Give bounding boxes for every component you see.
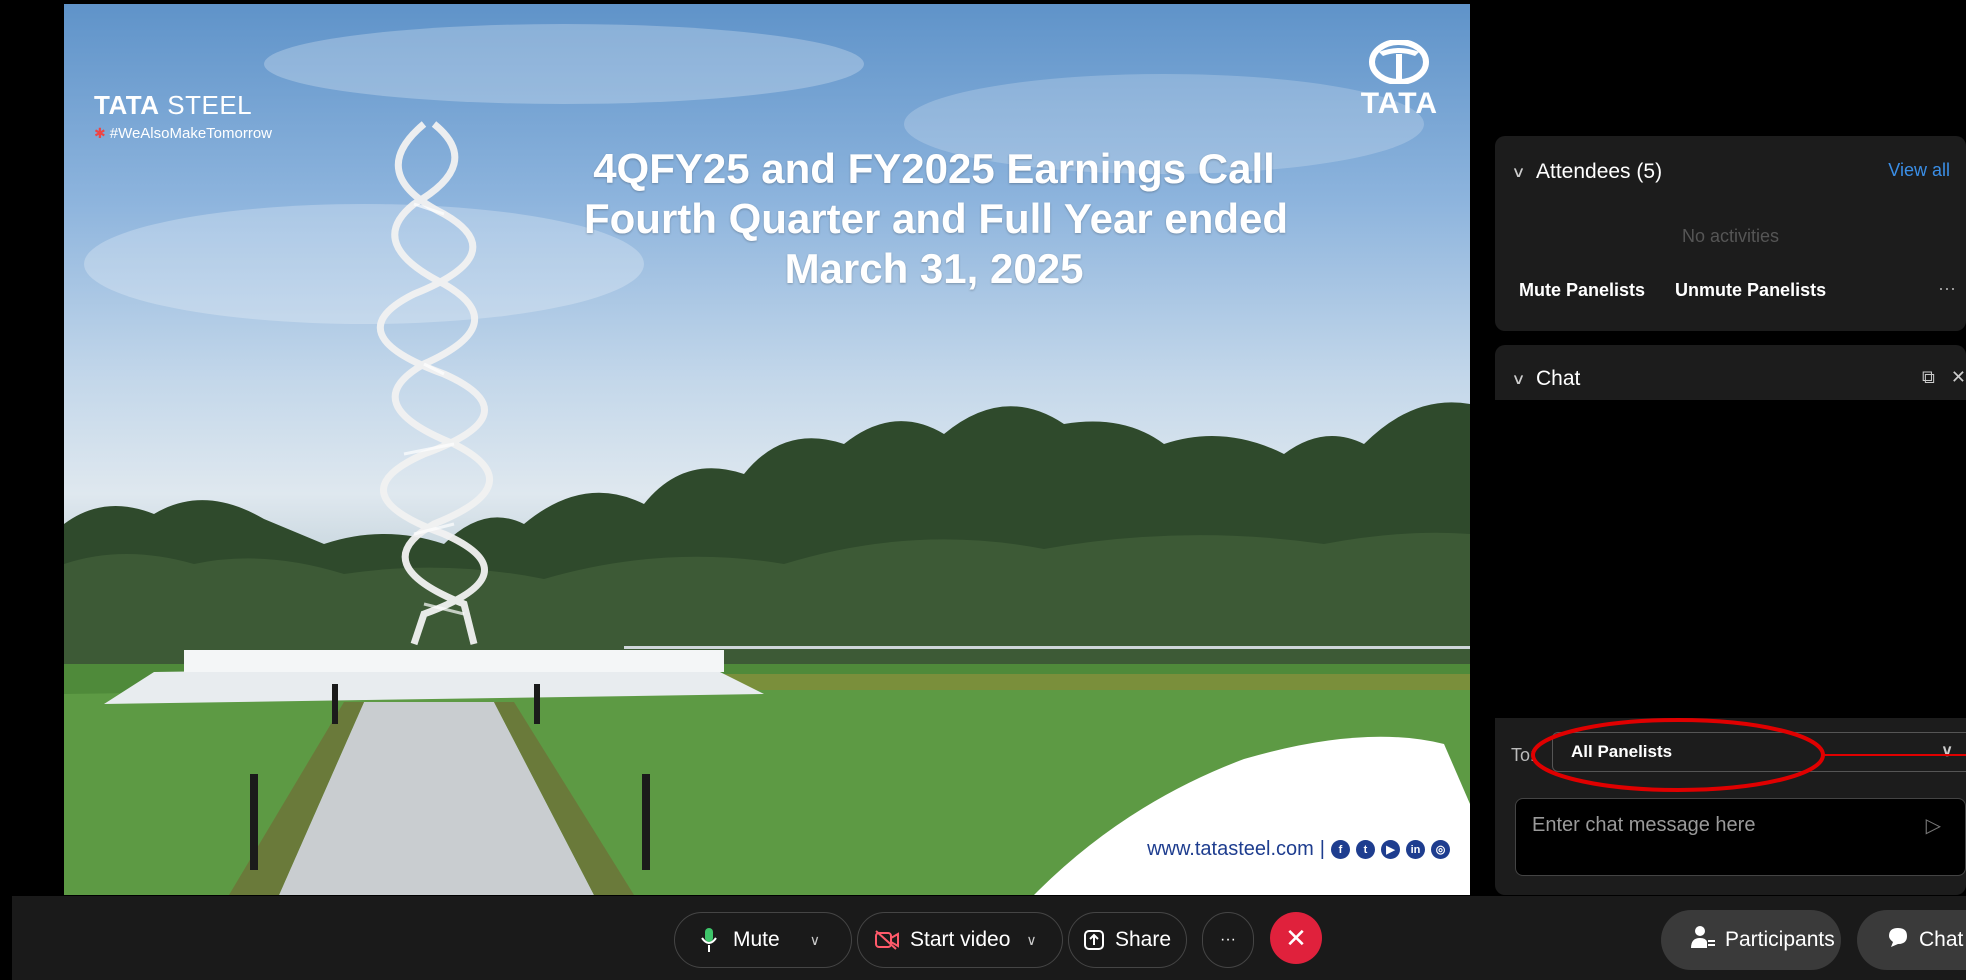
send-icon[interactable]: ▷ — [1926, 813, 1941, 838]
attendees-header[interactable]: ∨ Attendees (5) — [1511, 160, 1662, 184]
participants-button[interactable]: Participants — [1661, 910, 1841, 970]
slide-footer: www.tatasteel.com | f t ▶ in ◎ — [1147, 838, 1450, 861]
slide-title-line: Fourth Quarter and Full Year ended — [584, 195, 1289, 242]
instagram-icon: ◎ — [1431, 840, 1450, 859]
tata-steel-logo: TATA STEEL ✱ #WeAlsoMakeTomorrow — [94, 90, 273, 142]
chevron-down-icon[interactable]: ∨ — [1026, 932, 1036, 949]
meeting-control-bar: Mute ∨ Start video ∨ Share ··· ✕ Partici… — [12, 896, 1966, 980]
video-off-icon — [874, 929, 900, 951]
participants-icon — [1691, 924, 1715, 956]
twitter-icon: t — [1356, 840, 1375, 859]
slide-title-line: 4QFY25 and FY2025 Earnings Call — [593, 145, 1275, 192]
mute-button[interactable]: Mute ∨ — [674, 912, 852, 968]
attendees-panel: ∨ Attendees (5) View all No activities M… — [1495, 136, 1966, 331]
chat-message-input[interactable] — [1530, 809, 1914, 841]
more-options-button[interactable]: ··· — [1202, 912, 1254, 968]
tata-emblem-icon — [1369, 39, 1430, 85]
chevron-down-icon[interactable]: ∨ — [810, 932, 820, 949]
chat-input-box[interactable]: ▷ — [1515, 798, 1966, 876]
close-icon: ✕ — [1285, 922, 1307, 953]
end-call-button[interactable]: ✕ — [1270, 912, 1322, 964]
tata-logo: TATA — [1361, 39, 1438, 121]
annotation-highlight — [1531, 718, 1966, 792]
slide-title: 4QFY25 and FY2025 Earnings Call Fourth Q… — [584, 144, 1289, 294]
more-options-button[interactable]: ··· — [1938, 278, 1956, 299]
chat-header[interactable]: ∨ Chat — [1511, 367, 1580, 391]
mute-panelists-button[interactable]: Mute Panelists — [1519, 280, 1645, 301]
chat-button[interactable]: Chat — [1857, 910, 1966, 970]
unmute-panelists-button[interactable]: Unmute Panelists — [1675, 280, 1826, 301]
close-icon[interactable]: ✕ — [1951, 367, 1966, 388]
linkedin-icon: in — [1406, 840, 1425, 859]
chat-panel: ∨ Chat ⧉ ✕ To: All Panelists ∨ ▷ — [1495, 345, 1966, 895]
video-tile — [1507, 4, 1962, 128]
website-url: www.tatasteel.com — [1147, 838, 1314, 860]
chevron-down-icon[interactable]: ∨ — [1511, 370, 1525, 388]
view-all-link[interactable]: View all — [1888, 160, 1950, 181]
slide-title-line: March 31, 2025 — [784, 245, 1084, 292]
slide-photo — [64, 24, 1470, 895]
hash-logo-icon: ✱ — [94, 125, 106, 141]
shared-slide: TATA STEEL ✱ #WeAlsoMakeTomorrow TATA 4Q… — [64, 4, 1470, 895]
microphone-icon — [701, 926, 717, 954]
chevron-down-icon[interactable]: ∨ — [1511, 163, 1525, 181]
chat-messages-area — [1495, 400, 1966, 718]
start-video-button[interactable]: Start video ∨ — [857, 912, 1063, 968]
chat-bubble-icon — [1887, 926, 1909, 954]
share-icon — [1083, 929, 1105, 951]
pop-out-icon[interactable]: ⧉ — [1922, 367, 1935, 388]
no-activities-text: No activities — [1681, 226, 1780, 246]
youtube-icon: ▶ — [1381, 840, 1400, 859]
share-button[interactable]: Share — [1068, 912, 1187, 968]
facebook-icon: f — [1331, 840, 1350, 859]
